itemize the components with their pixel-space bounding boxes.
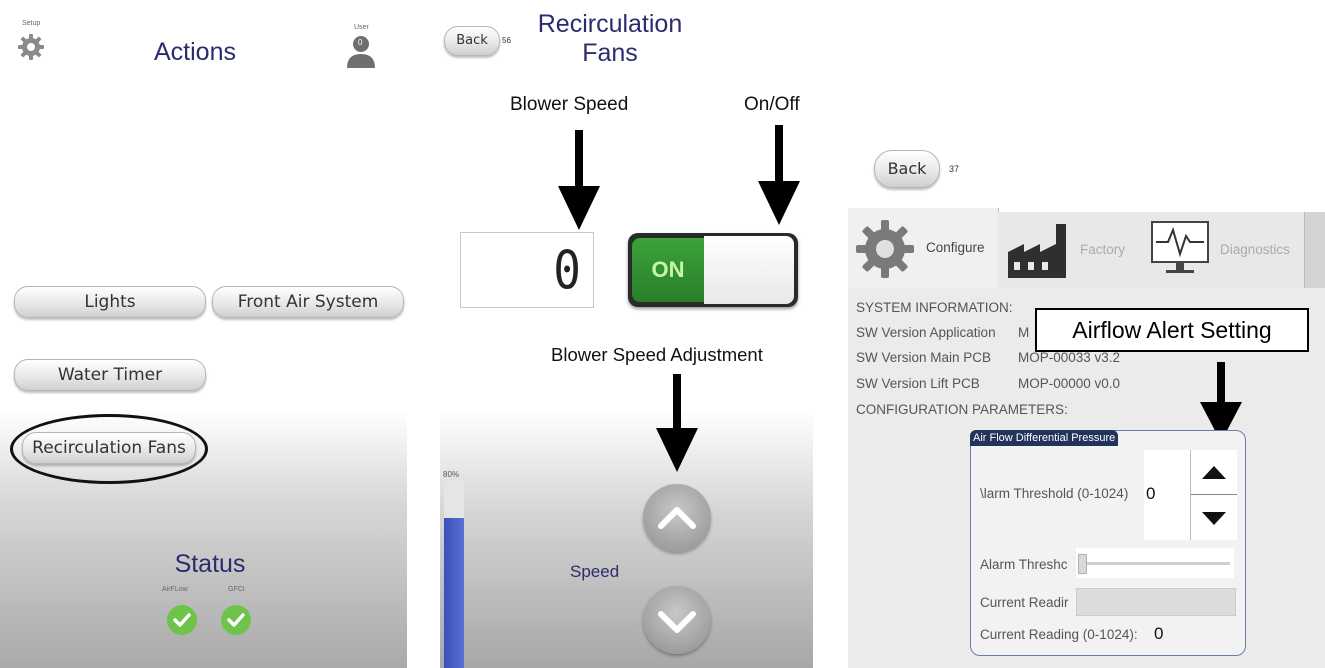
tab-configure[interactable]: Configure xyxy=(848,208,999,288)
sw-main-value: MOP-00033 v3.2 xyxy=(1018,350,1121,365)
gfci-check-icon xyxy=(221,605,251,635)
down-arrow-icon xyxy=(758,125,800,225)
speed-up-button[interactable] xyxy=(643,484,711,552)
monitor-pulse-icon xyxy=(1151,221,1209,273)
tab-label: Configure xyxy=(926,240,985,255)
back-button[interactable]: Back xyxy=(874,150,940,188)
blower-speed-display: 0 xyxy=(460,232,594,308)
speed-level-bar xyxy=(444,480,464,668)
tab-factory[interactable]: Factory xyxy=(998,212,1141,288)
gear-icon xyxy=(18,34,44,60)
speed-label: Speed xyxy=(570,562,620,581)
speed-level-fill xyxy=(444,518,464,668)
stepper-divider xyxy=(1191,494,1237,495)
tab-label: Factory xyxy=(1080,242,1126,257)
title-line-1: Recirculation xyxy=(537,10,683,38)
status-title: Status xyxy=(174,550,246,578)
annotation-blower-speed-adjustment: Blower Speed Adjustment xyxy=(551,344,763,365)
gear-icon xyxy=(856,220,914,278)
title-line-2: Fans xyxy=(582,39,638,67)
page-title: Recirculation Fans xyxy=(535,10,685,68)
page-title: Actions xyxy=(154,38,236,66)
chevron-up-icon xyxy=(658,507,696,529)
speed-down-button[interactable] xyxy=(643,586,711,654)
front-air-system-button[interactable]: Front Air System xyxy=(212,286,404,318)
alarm-threshold-value: 0 xyxy=(1146,484,1156,503)
alarm-threshold-slider[interactable] xyxy=(1076,548,1234,578)
alarm-slider-label: Alarm Threshc xyxy=(980,557,1068,572)
factory-icon xyxy=(1008,224,1066,278)
tab-diagnostics[interactable]: Diagnostics xyxy=(1140,212,1305,288)
user-button[interactable]: User 0 xyxy=(345,22,377,70)
toggle-on-label: ON xyxy=(632,238,704,302)
current-reading-short-label: Current Readir xyxy=(980,595,1069,610)
current-reading-label: Current Reading (0-1024): xyxy=(980,627,1138,642)
slider-track xyxy=(1080,562,1230,565)
settings-label: Setup xyxy=(22,20,41,27)
down-arrow-icon xyxy=(656,374,698,472)
system-info-heading: SYSTEM INFORMATION: xyxy=(856,300,1013,315)
threshold-stepper xyxy=(1190,450,1237,540)
sw-app-label: SW Version Application xyxy=(856,325,996,340)
blower-speed-value: 0 xyxy=(553,238,581,302)
level-label: 80% xyxy=(443,470,460,479)
airflow-check-icon xyxy=(167,605,197,635)
chevron-down-icon xyxy=(658,611,696,633)
highlight-ellipse xyxy=(10,414,208,484)
status-label-airflow: AirFLow xyxy=(162,586,188,593)
sw-main-label: SW Version Main PCB xyxy=(856,350,992,365)
annotation-on-off: On/Off xyxy=(744,94,800,115)
group-title: Air Flow Differential Pressure xyxy=(970,430,1119,446)
user-badge: 0 xyxy=(358,38,363,47)
annotation-blower-speed: Blower Speed xyxy=(510,94,629,115)
slider-thumb[interactable] xyxy=(1078,554,1087,574)
lights-button[interactable]: Lights xyxy=(14,286,206,318)
tab-label: Diagnostics xyxy=(1220,242,1290,257)
recirculation-fans-panel: Back 56 Recirculation Fans Blower Speed … xyxy=(440,0,813,668)
config-params-heading: CONFIGURATION PARAMETERS: xyxy=(856,402,1068,417)
sw-lift-value: MOP-00000 v0.0 xyxy=(1018,376,1121,391)
screen-number: 56 xyxy=(502,36,511,45)
callout-label: Airflow Alert Setting xyxy=(1035,308,1309,352)
decrement-button[interactable] xyxy=(1199,510,1229,526)
back-button[interactable]: Back xyxy=(444,26,500,56)
sw-lift-label: SW Version Lift PCB xyxy=(856,376,980,391)
current-reading-field xyxy=(1076,588,1236,616)
down-arrow-icon xyxy=(558,130,600,230)
configuration-panel: Back 37 Configure Factory Diagnostics SY… xyxy=(848,0,1325,668)
panel-background-gradient xyxy=(440,410,813,668)
toggle-knob xyxy=(704,236,794,304)
increment-button[interactable] xyxy=(1199,464,1229,480)
user-label: User xyxy=(354,24,369,31)
current-reading-value: 0 xyxy=(1154,624,1164,643)
screen-number: 37 xyxy=(949,164,960,174)
water-timer-button[interactable]: Water Timer xyxy=(14,359,206,391)
on-off-toggle[interactable]: ON xyxy=(628,233,798,307)
sw-app-value: M xyxy=(1018,325,1030,340)
status-label-gfci: GFCI xyxy=(228,586,245,593)
actions-panel: Setup Actions User 0 Lights Front Air Sy… xyxy=(0,0,407,668)
alarm-threshold-label: \larm Threshold (0-1024) xyxy=(980,486,1129,501)
